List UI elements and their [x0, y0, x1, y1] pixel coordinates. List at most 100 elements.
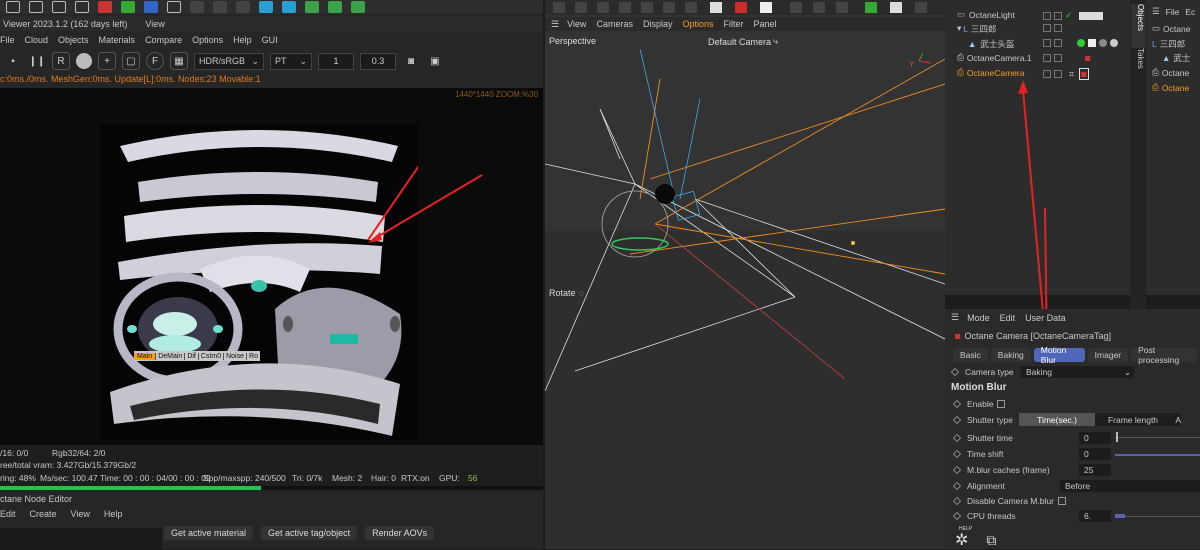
- target-tag-icon[interactable]: ⌗: [1069, 69, 1074, 80]
- keyframe-icon[interactable]: [952, 511, 962, 521]
- spline-icon[interactable]: [282, 1, 296, 13]
- mblur-cache-input[interactable]: 25: [1079, 464, 1111, 476]
- node-menu-edit[interactable]: Edit: [0, 509, 16, 519]
- layer-icon[interactable]: [1043, 70, 1051, 78]
- object-row-octanelight[interactable]: ▭ OctaneLight: [957, 8, 1015, 21]
- secondary-row[interactable]: ▭ Octane: [1152, 22, 1190, 35]
- secondary-menu-file[interactable]: File: [1166, 7, 1180, 17]
- layer-icon[interactable]: [1043, 24, 1051, 32]
- refresh-icon[interactable]: [75, 1, 89, 13]
- tab-imager[interactable]: Imager: [1087, 348, 1129, 362]
- restart-button[interactable]: R: [52, 52, 70, 70]
- material-tag-icon[interactable]: [1077, 39, 1085, 47]
- rotate-icon[interactable]: [52, 1, 66, 13]
- node-menu-create[interactable]: Create: [30, 509, 57, 519]
- menu-compare[interactable]: Compare: [145, 35, 182, 45]
- viewport-menu-filter[interactable]: Filter: [724, 19, 744, 29]
- z-axis-icon[interactable]: [144, 1, 158, 13]
- menu-cloud[interactable]: Cloud: [25, 35, 49, 45]
- keyframe-icon[interactable]: [952, 415, 962, 425]
- visibility-icon[interactable]: [1054, 70, 1062, 78]
- attr-menu-mode[interactable]: Mode: [967, 313, 990, 323]
- hamburger-icon[interactable]: ☰: [1152, 6, 1160, 17]
- aov-tab-noise[interactable]: Noise: [223, 352, 246, 360]
- viewport-menu-panel[interactable]: Panel: [754, 19, 777, 29]
- play-icon[interactable]: [213, 1, 227, 13]
- region-icon[interactable]: ▢: [122, 52, 140, 70]
- move-icon[interactable]: [29, 1, 43, 13]
- material-tag-icon[interactable]: [1099, 39, 1107, 47]
- keyframe-icon[interactable]: [950, 367, 960, 377]
- move-icon[interactable]: [6, 1, 20, 13]
- camera-tag-icon-selected[interactable]: ◙: [1079, 68, 1089, 80]
- enable-checkbox[interactable]: [997, 400, 1006, 408]
- clay-icon[interactable]: ▦: [170, 52, 188, 70]
- light-tag-icon[interactable]: [1078, 11, 1103, 20]
- object-row-helmet[interactable]: ▲ 武士头盔: [968, 37, 1014, 50]
- keyframe-icon[interactable]: [952, 496, 962, 506]
- menu-file[interactable]: File: [0, 35, 15, 45]
- viewport-menu-cameras[interactable]: Cameras: [596, 19, 633, 29]
- tab-post-processing[interactable]: Post processing: [1131, 345, 1197, 365]
- object-row-sansilang[interactable]: ▾ L 三四郎: [957, 22, 997, 35]
- layer-icon[interactable]: [1043, 11, 1051, 20]
- checker-tag-icon[interactable]: [1088, 39, 1096, 47]
- attr-menu-edit[interactable]: Edit: [1000, 313, 1016, 323]
- visibility-icon[interactable]: [1054, 24, 1062, 32]
- value-input-2[interactable]: 0.3: [360, 52, 396, 70]
- alignment-select[interactable]: Before: [1060, 480, 1200, 492]
- secondary-row[interactable]: L 三四郎: [1152, 37, 1185, 50]
- y-axis-icon[interactable]: [121, 1, 135, 13]
- viewport-menu-view[interactable]: View: [567, 19, 586, 29]
- node-menu-view[interactable]: View: [71, 509, 90, 519]
- viewport-menu-options[interactable]: Options: [682, 19, 713, 29]
- layer-icon[interactable]: [1043, 54, 1051, 62]
- menu-objects[interactable]: Objects: [58, 35, 89, 45]
- focus-button[interactable]: F: [146, 52, 164, 70]
- cpu-threads-slider[interactable]: [1115, 514, 1200, 518]
- tab-motion-blur[interactable]: Motion Blur: [1033, 345, 1085, 365]
- secondary-row[interactable]: ⎙ Octane: [1152, 81, 1189, 94]
- visibility-icon[interactable]: [1054, 39, 1062, 47]
- camera-icon[interactable]: ◙: [402, 52, 420, 70]
- send-scene-icon[interactable]: ▪: [4, 52, 22, 70]
- get-active-tag-button[interactable]: Get active tag/object: [261, 526, 358, 540]
- coordinate-icon[interactable]: [167, 1, 181, 13]
- attr-menu-userdata[interactable]: User Data: [1025, 313, 1066, 323]
- visibility-icon[interactable]: [1054, 54, 1062, 62]
- aov-tab-demain[interactable]: DeMain: [155, 352, 184, 360]
- side-tab-takes[interactable]: Takes: [1131, 48, 1145, 74]
- disable-mblur-checkbox[interactable]: [1057, 497, 1066, 505]
- secondary-menu-edit[interactable]: Ec: [1185, 7, 1195, 17]
- render-aovs-button[interactable]: Render AOVs: [365, 526, 435, 540]
- pause-icon[interactable]: ❙❙: [28, 52, 46, 70]
- generator-icon[interactable]: [305, 1, 319, 13]
- hamburger-icon[interactable]: ☰: [951, 312, 959, 323]
- camera-tag-icon[interactable]: ◙: [1085, 53, 1090, 63]
- view-menu[interactable]: View: [145, 19, 164, 29]
- keyframe-icon[interactable]: [952, 481, 962, 491]
- shutter-option-a[interactable]: A: [1171, 413, 1181, 426]
- render-icon[interactable]: [236, 1, 250, 13]
- camera-type-select[interactable]: Baking ⌄: [1021, 366, 1134, 378]
- add-icon[interactable]: +: [98, 52, 116, 70]
- node-menu-help[interactable]: Help: [104, 509, 123, 519]
- viewport-menu-display[interactable]: Display: [643, 19, 673, 29]
- keyframe-icon[interactable]: [952, 449, 962, 459]
- cube-icon[interactable]: [259, 1, 273, 13]
- time-shift-input[interactable]: 0: [1079, 448, 1111, 460]
- aov-tab-ro[interactable]: Ro: [246, 352, 260, 360]
- value-input-1[interactable]: 1: [318, 52, 354, 70]
- shutter-time-slider[interactable]: [1115, 432, 1200, 442]
- keyframe-icon[interactable]: [952, 433, 962, 443]
- aov-tab-cstm0[interactable]: Cstm0: [197, 352, 223, 360]
- object-row-octanecamera1[interactable]: ⎙ OctaneCamera.1: [957, 51, 1032, 64]
- keyframe-icon[interactable]: [952, 465, 962, 475]
- node-graph-icon[interactable]: ⧉: [986, 532, 996, 549]
- menu-materials[interactable]: Materials: [99, 35, 136, 45]
- material-sphere-icon[interactable]: [76, 53, 92, 69]
- layer-icon[interactable]: [1043, 39, 1051, 47]
- material-tag-icon[interactable]: [1110, 39, 1118, 47]
- film-icon[interactable]: [190, 1, 204, 13]
- keyframe-icon[interactable]: [952, 399, 962, 409]
